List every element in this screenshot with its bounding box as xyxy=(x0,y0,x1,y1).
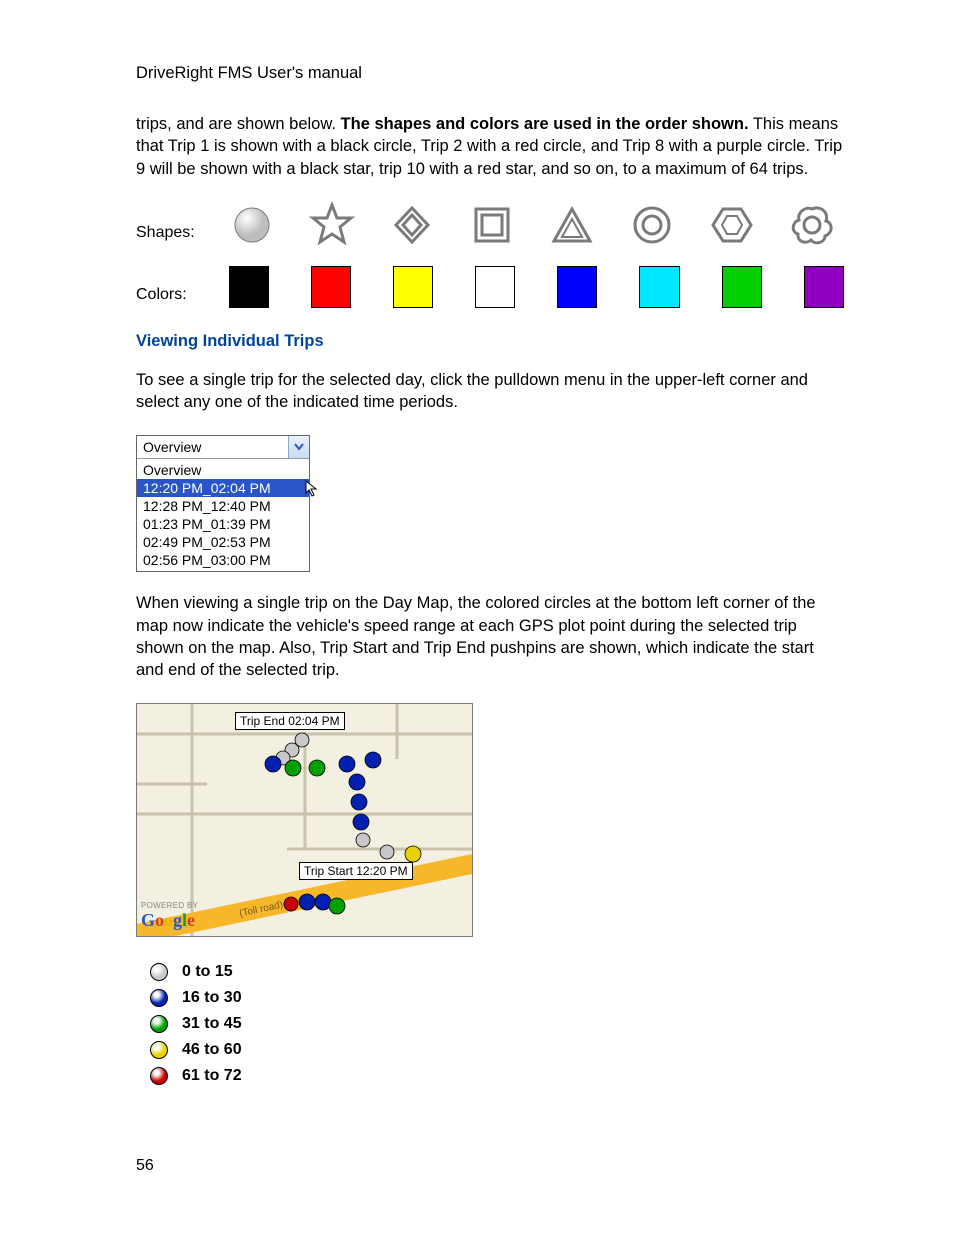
shapes-label: Shapes: xyxy=(136,224,195,248)
colors-label: Colors: xyxy=(136,286,187,308)
color-swatch xyxy=(311,266,351,308)
legend-row: 61 to 72 xyxy=(150,1067,844,1085)
legend-label: 61 to 72 xyxy=(182,1067,242,1085)
trip-dropdown[interactable]: Overview Overview 12:20 PM_02:04 PM 12:2… xyxy=(136,435,310,572)
shape-triangle-icon xyxy=(549,202,595,248)
legend-label: 46 to 60 xyxy=(182,1041,242,1059)
legend-row: 46 to 60 xyxy=(150,1041,844,1059)
shape-star-icon xyxy=(309,202,355,248)
legend-row: 0 to 15 xyxy=(150,963,844,981)
color-swatch xyxy=(557,266,597,308)
section-heading: Viewing Individual Trips xyxy=(136,332,844,351)
trip-map: Trip End 02:04 PM Trip Start 12:20 PM PO… xyxy=(136,703,473,937)
dropdown-item[interactable]: 12:20 PM_02:04 PM xyxy=(137,479,309,497)
shapes-row: Shapes: xyxy=(136,202,844,248)
legend-orb-icon xyxy=(150,989,168,1007)
legend-row: 16 to 30 xyxy=(150,989,844,1007)
colors-row: Colors: xyxy=(136,266,844,308)
dropdown-item[interactable]: 02:56 PM_03:00 PM xyxy=(137,551,309,569)
color-swatch xyxy=(475,266,515,308)
color-swatch xyxy=(393,266,433,308)
shape-double-circle-icon xyxy=(629,202,675,248)
legend-orb-icon xyxy=(150,1041,168,1059)
speed-legend: 0 to 15 16 to 30 31 to 45 46 to 60 61 to… xyxy=(150,963,844,1085)
legend-orb-icon xyxy=(150,1015,168,1033)
cursor-icon xyxy=(305,480,321,498)
shape-circle-icon xyxy=(229,202,275,248)
legend-row: 31 to 45 xyxy=(150,1015,844,1033)
para-day-map: When viewing a single trip on the Day Ma… xyxy=(136,592,844,681)
para-view-trips: To see a single trip for the selected da… xyxy=(136,369,844,414)
google-brand: POWERED BY Google xyxy=(141,902,198,931)
shape-square-icon xyxy=(469,202,515,248)
dropdown-item[interactable]: 12:28 PM_12:40 PM xyxy=(137,497,309,515)
dropdown-selected: Overview xyxy=(137,436,288,458)
dropdown-item[interactable]: 01:23 PM_01:39 PM xyxy=(137,515,309,533)
dropdown-item[interactable]: Overview xyxy=(137,461,309,479)
shape-hexagon-icon xyxy=(709,202,755,248)
intro-text-bold: The shapes and colors are used in the or… xyxy=(341,115,749,133)
legend-label: 31 to 45 xyxy=(182,1015,242,1033)
chevron-down-icon[interactable] xyxy=(288,436,309,458)
color-swatch xyxy=(639,266,679,308)
legend-label: 0 to 15 xyxy=(182,963,233,981)
legend-orb-icon xyxy=(150,963,168,981)
shape-cloud-circle-icon xyxy=(789,202,835,248)
legend-label: 16 to 30 xyxy=(182,989,242,1007)
page-number: 56 xyxy=(136,1157,154,1175)
trip-end-callout: Trip End 02:04 PM xyxy=(235,712,345,730)
color-swatch xyxy=(722,266,762,308)
legend-orb-icon xyxy=(150,1067,168,1085)
intro-text-a: trips, and are shown below. xyxy=(136,115,341,133)
trip-start-callout: Trip Start 12:20 PM xyxy=(299,862,413,880)
document-title: DriveRight FMS User's manual xyxy=(136,64,844,83)
dropdown-list: Overview 12:20 PM_02:04 PM 12:28 PM_12:4… xyxy=(137,459,309,571)
dropdown-item[interactable]: 02:49 PM_02:53 PM xyxy=(137,533,309,551)
shape-diamond-icon xyxy=(389,202,435,248)
color-swatch xyxy=(229,266,269,308)
color-swatch xyxy=(804,266,844,308)
intro-paragraph: trips, and are shown below. The shapes a… xyxy=(136,113,844,180)
